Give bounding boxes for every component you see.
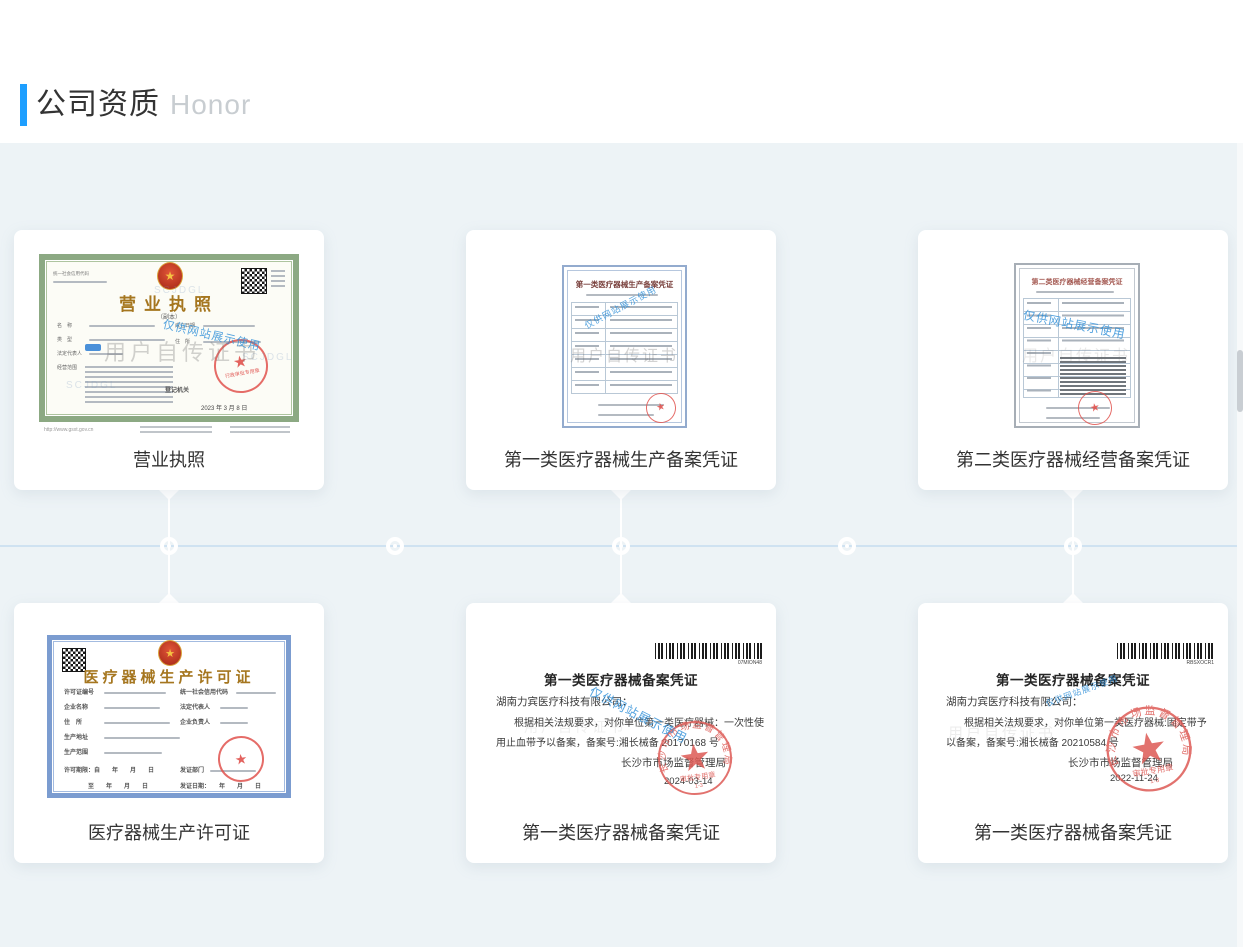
fine-print-lines (140, 426, 212, 435)
accent-bar (20, 84, 27, 126)
credit-code-label: 统一社会信用代码 (53, 272, 89, 277)
card-caption: 第一类医疗器械备案凭证 (466, 819, 776, 845)
registrar-label: 登记机关 (165, 388, 189, 394)
red-seal: ★ (643, 390, 679, 426)
card-caption: 营业执照 (14, 446, 324, 472)
tiled-watermark: SCJDGL (66, 380, 117, 391)
field-label: 许可证编号 (64, 690, 94, 696)
upload-watermark: 用户自传证书 (948, 722, 1056, 743)
connector-arrow-up (1063, 593, 1083, 603)
issue-date-label: 发证日期： 年 月 日 (180, 784, 261, 790)
fine-print-lines (271, 270, 285, 290)
text-line (104, 722, 170, 724)
text-line (220, 707, 248, 709)
text-line (1036, 291, 1114, 293)
svg-text:1-3: 1-3 (1149, 777, 1160, 786)
section-title: 公司资质 (36, 84, 160, 126)
document-title: 第一类医疗器械备案凭证 (466, 669, 776, 689)
svg-text:审批专用章: 审批专用章 (1132, 762, 1174, 779)
card-caption: 第一类医疗器械生产备案凭证 (466, 446, 776, 472)
permit-certificate-image: ★ 医疗器械生产许可证 许可证编号 企业名称 住 所 生产地址 生产范围 统一社… (47, 635, 291, 798)
card-caption: 第一类医疗器械备案凭证 (918, 819, 1228, 845)
text-line (598, 414, 654, 416)
seal-star-icon: ★ (655, 402, 666, 414)
connector-arrow-down (1063, 490, 1083, 500)
field-label: 企业名称 (64, 705, 88, 711)
scrollbar-thumb[interactable] (1237, 350, 1243, 412)
connector-arrow-up (611, 593, 631, 603)
connector-arrow-up (159, 593, 179, 603)
certificate-title: 第二类医疗器械经营备案凭证 (1016, 277, 1138, 287)
national-emblem-icon: ★ (158, 640, 182, 666)
field-label: 类 型 (57, 338, 72, 343)
certificate-card-device-filing-2[interactable]: RBSXOCR1 第一类医疗器械备案凭证 湖南力宾医疗科技有限公司： 根据相关法… (918, 603, 1228, 863)
honor-section: ★ 统一社会信用代码 营业执照 （副本） 名 称 类 型 法定代表人 经营范围 … (0, 143, 1243, 947)
field-label: 法定代表人 (57, 352, 82, 357)
field-label: 经营范围 (57, 366, 77, 371)
field-label: 企业负责人 (180, 720, 210, 726)
field-label: 生产范围 (64, 750, 88, 756)
barcode-label: 07MION48 (666, 661, 762, 666)
timeline-node (1064, 537, 1082, 555)
seal-text: 行政审批专用章 (225, 367, 261, 380)
connector-arrow-down (611, 490, 631, 500)
text-line (104, 692, 166, 694)
field-label: 法定代表人 (180, 705, 210, 711)
certificate-card-device-filing-1[interactable]: 07MION48 第一类医疗器械备案凭证 湖南力宾医疗科技有限公司： 根据相关法… (466, 603, 776, 863)
certificate-title: 第一类医疗器械生产备案凭证 (564, 279, 685, 290)
issue-date: 2023 年 3 月 8 日 (201, 406, 247, 412)
scrollbar-track[interactable] (1237, 143, 1243, 947)
term-label: 许可期限：自 年 月 日 (64, 768, 154, 774)
text-line (220, 722, 248, 724)
term-label: 至 年 月 日 (88, 784, 148, 790)
text-line (236, 692, 276, 694)
svg-text:1-3: 1-3 (695, 783, 704, 790)
card-caption: 医疗器械生产许可证 (14, 819, 324, 845)
field-label: 名 称 (57, 324, 72, 329)
barcode (1117, 643, 1215, 659)
footer-url: http://www.gsxt.gov.cn (44, 428, 93, 433)
fine-print-lines (230, 426, 290, 435)
text-line (89, 325, 155, 327)
certificate-card-operation-filing[interactable]: 第二类医疗器械经营备案凭证 ★ 用户自传证书 仅供网站展示使用 第二类医疗器械经… (918, 230, 1228, 490)
field-label: 统一社会信用代码 (180, 690, 228, 696)
connector-arrow-down (159, 490, 179, 500)
official-seal: 长沙市市场监督管理局 审批专用章 1-3 (1096, 696, 1203, 803)
upload-watermark: 用户自传证书 (570, 342, 678, 366)
field-label: 住 所 (64, 720, 82, 726)
text-line (104, 707, 160, 709)
barcode (655, 643, 763, 659)
seal-star-icon: ★ (1089, 402, 1101, 415)
timeline-node (160, 537, 178, 555)
timeline-node (838, 537, 856, 555)
upload-watermark: 用户自传证书 (1022, 342, 1130, 366)
text-line (53, 281, 107, 283)
certificate-card-production-filing[interactable]: 第一类医疗器械生产备案凭证 ★ 用户自传证书 仅供网站展示使用 第一类医疗器械生… (466, 230, 776, 490)
certificate-title: 医疗器械生产许可证 (52, 666, 286, 687)
card-caption: 第二类医疗器械经营备案凭证 (918, 446, 1228, 472)
seal-star-icon: ★ (234, 751, 248, 767)
section-subtitle: Honor (170, 89, 251, 121)
section-header: 公司资质 Honor (20, 84, 251, 126)
barcode-label: RBSXOCR1 (1118, 661, 1214, 666)
upload-watermark: 用户自传证书 (524, 717, 626, 737)
issuer-label: 发证部门 (180, 768, 204, 774)
timeline-node (612, 537, 630, 555)
text-line (104, 737, 180, 739)
certificate-card-production-permit[interactable]: ★ 医疗器械生产许可证 许可证编号 企业名称 住 所 生产地址 生产范围 统一社… (14, 603, 324, 863)
red-seal: ★ (215, 733, 267, 785)
text-line (104, 752, 162, 754)
field-label: 生产地址 (64, 735, 88, 741)
document-title: 第一类医疗器械备案凭证 (918, 669, 1228, 689)
qr-code (241, 268, 267, 294)
tiled-watermark: SCJDGL (154, 285, 205, 296)
certificate-card-business-license[interactable]: ★ 统一社会信用代码 营业执照 （副本） 名 称 类 型 法定代表人 经营范围 … (14, 230, 324, 490)
timeline-node (386, 537, 404, 555)
license-blue-stamp (85, 344, 101, 351)
svg-text:审批专用章: 审批专用章 (679, 770, 716, 784)
